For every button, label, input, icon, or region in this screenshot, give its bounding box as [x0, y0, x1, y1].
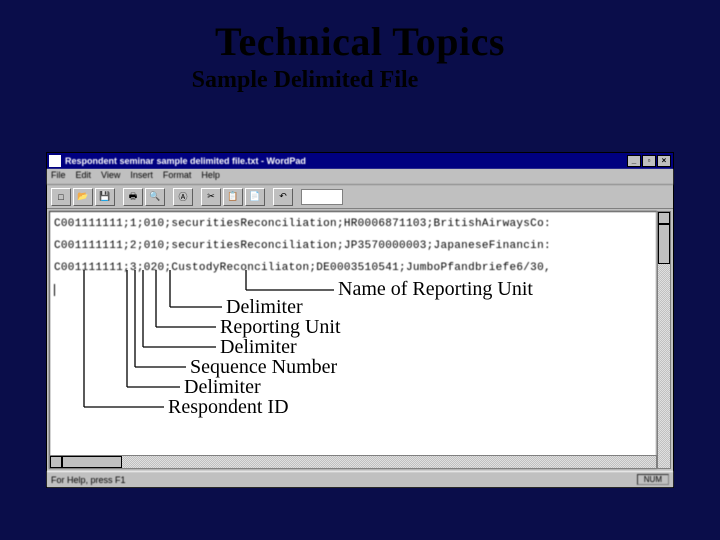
slide-subtitle: Sample Delimited File: [0, 67, 720, 94]
text-line: C001111111;1;010;securitiesReconciliatio…: [54, 218, 652, 230]
status-numlock: NUM: [637, 474, 669, 485]
vertical-scrollbar[interactable]: [657, 211, 671, 469]
toolbar-cut-icon[interactable]: ✂: [201, 188, 221, 206]
titlebar: Respondent seminar sample delimited file…: [47, 153, 673, 169]
menu-edit[interactable]: Edit: [76, 170, 92, 183]
wordpad-window: Respondent seminar sample delimited file…: [46, 152, 674, 488]
scroll-up-button[interactable]: [658, 212, 670, 224]
toolbar-date-icon[interactable]: [301, 189, 343, 205]
menu-view[interactable]: View: [101, 170, 120, 183]
status-bar: For Help, press F1 NUM: [47, 471, 673, 487]
toolbar-preview-icon[interactable]: 🔍: [145, 188, 165, 206]
app-icon: [49, 155, 61, 167]
toolbar-paste-icon[interactable]: 📄: [245, 188, 265, 206]
horizontal-scrollbar[interactable]: [49, 455, 657, 469]
text-line: C001111111;2;010;securitiesReconciliatio…: [54, 240, 652, 252]
toolbar-copy-icon[interactable]: 📋: [223, 188, 243, 206]
toolbar-save-icon[interactable]: 💾: [95, 188, 115, 206]
toolbar-undo-icon[interactable]: ↶: [273, 188, 293, 206]
text-cursor: [54, 284, 55, 296]
window-title: Respondent seminar sample delimited file…: [65, 156, 627, 166]
scroll-left-button[interactable]: [50, 456, 62, 468]
scroll-thumb[interactable]: [62, 456, 122, 468]
menu-bar: File Edit View Insert Format Help: [47, 169, 673, 185]
scroll-thumb[interactable]: [658, 224, 670, 264]
toolbar-find-icon[interactable]: Ⓐ: [173, 188, 193, 206]
text-line: C001111111;3;020;CustodyReconciliaton;DE…: [54, 262, 652, 274]
toolbar-new-icon[interactable]: □: [51, 188, 71, 206]
slide: Technical Topics Sample Delimited File R…: [0, 0, 720, 540]
menu-format[interactable]: Format: [163, 170, 192, 183]
document-area[interactable]: C001111111;1;010;securitiesReconciliatio…: [49, 211, 657, 469]
status-help-text: For Help, press F1: [51, 475, 126, 485]
menu-help[interactable]: Help: [201, 170, 220, 183]
toolbar: □ 📂 💾 🖶 🔍 Ⓐ ✂ 📋 📄 ↶: [47, 185, 673, 209]
menu-file[interactable]: File: [51, 170, 66, 183]
toolbar-print-icon[interactable]: 🖶: [123, 188, 143, 206]
toolbar-open-icon[interactable]: 📂: [73, 188, 93, 206]
menu-insert[interactable]: Insert: [130, 170, 153, 183]
maximize-button[interactable]: ▫: [642, 155, 656, 167]
minimize-button[interactable]: _: [627, 155, 641, 167]
close-button[interactable]: ×: [657, 155, 671, 167]
slide-title: Technical Topics: [0, 0, 720, 65]
